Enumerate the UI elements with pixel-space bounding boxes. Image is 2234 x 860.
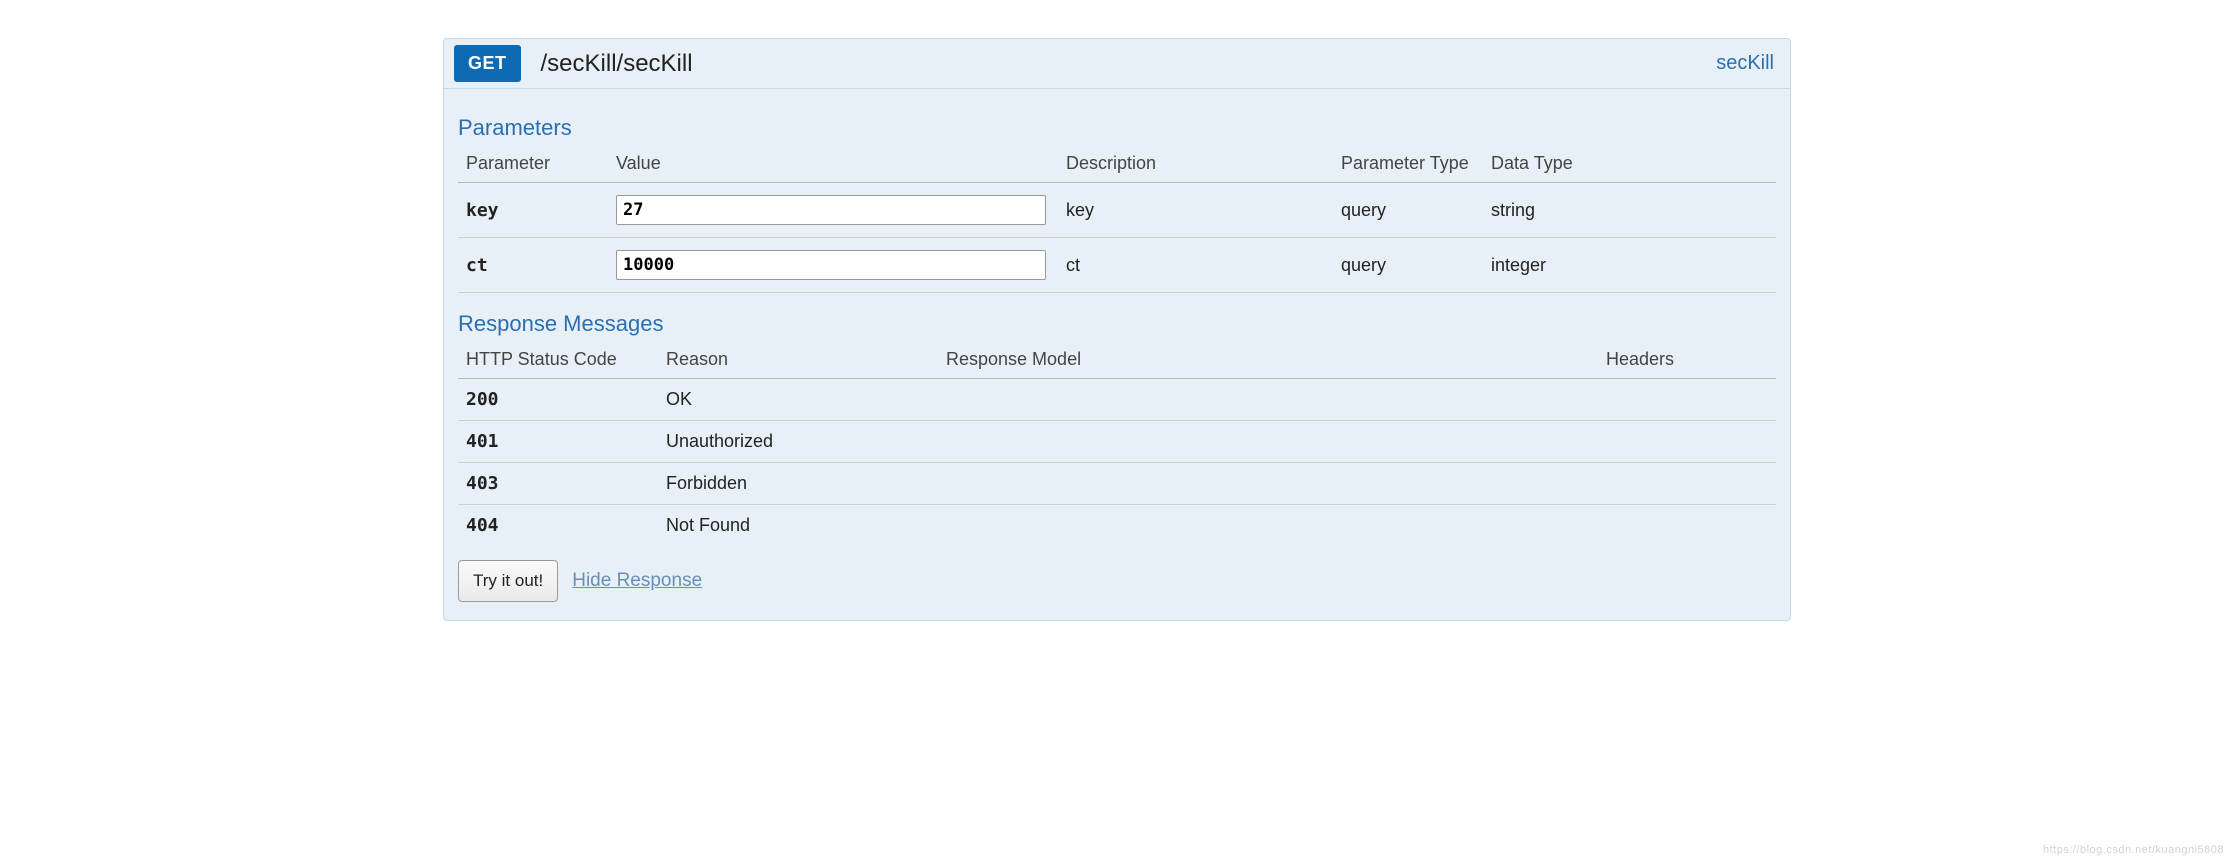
param-description: ct (1058, 238, 1333, 293)
operation-panel: GET /secKill/secKill secKill Parameters … (443, 38, 1791, 621)
response-headers (1598, 421, 1776, 463)
response-status-code: 401 (458, 421, 658, 463)
param-name: key (458, 183, 608, 238)
parameters-col-value: Value (608, 147, 1058, 183)
response-headers (1598, 379, 1776, 421)
watermark-text: https://blog.csdn.net/kuangni5808 (2043, 844, 2224, 856)
response-status-code: 404 (458, 505, 658, 547)
response-model (938, 505, 1598, 547)
table-row: 403 Forbidden (458, 463, 1776, 505)
response-reason: Not Found (658, 505, 938, 547)
parameters-col-parameter: Parameter (458, 147, 608, 183)
table-row: 401 Unauthorized (458, 421, 1776, 463)
action-row: Try it out! Hide Response (458, 560, 1776, 602)
param-name: ct (458, 238, 608, 293)
response-headers (1598, 463, 1776, 505)
responses-col-reason: Reason (658, 343, 938, 379)
responses-table: HTTP Status Code Reason Response Model H… (458, 343, 1776, 546)
table-row: key key query string (458, 183, 1776, 238)
parameters-col-description: Description (1058, 147, 1333, 183)
param-type: query (1333, 238, 1483, 293)
param-data-type: integer (1483, 238, 1776, 293)
param-data-type: string (1483, 183, 1776, 238)
operation-content: Parameters Parameter Value Description P… (444, 89, 1790, 620)
table-row: ct ct query integer (458, 238, 1776, 293)
response-reason: Forbidden (658, 463, 938, 505)
param-value-input-ct[interactable] (616, 250, 1046, 280)
parameters-col-paramtype: Parameter Type (1333, 147, 1483, 183)
operation-tag-link[interactable]: secKill (1716, 52, 1774, 75)
table-row: 404 Not Found (458, 505, 1776, 547)
response-reason: Unauthorized (658, 421, 938, 463)
http-method-badge: GET (454, 45, 521, 82)
param-value-input-key[interactable] (616, 195, 1046, 225)
response-headers (1598, 505, 1776, 547)
try-it-out-button[interactable]: Try it out! (458, 560, 558, 602)
response-reason: OK (658, 379, 938, 421)
response-model (938, 421, 1598, 463)
responses-section-title: Response Messages (458, 311, 1776, 337)
hide-response-link[interactable]: Hide Response (572, 570, 702, 592)
response-model (938, 379, 1598, 421)
table-row: 200 OK (458, 379, 1776, 421)
parameters-section-title: Parameters (458, 115, 1776, 141)
param-value-cell (608, 183, 1058, 238)
operation-header[interactable]: GET /secKill/secKill secKill (444, 39, 1790, 89)
response-model (938, 463, 1598, 505)
parameters-col-datatype: Data Type (1483, 147, 1776, 183)
responses-col-model: Response Model (938, 343, 1598, 379)
param-description: key (1058, 183, 1333, 238)
responses-col-status: HTTP Status Code (458, 343, 658, 379)
response-status-code: 200 (458, 379, 658, 421)
param-type: query (1333, 183, 1483, 238)
responses-col-headers: Headers (1598, 343, 1776, 379)
operation-path: /secKill/secKill (541, 50, 1717, 78)
param-value-cell (608, 238, 1058, 293)
response-status-code: 403 (458, 463, 658, 505)
parameters-table: Parameter Value Description Parameter Ty… (458, 147, 1776, 293)
